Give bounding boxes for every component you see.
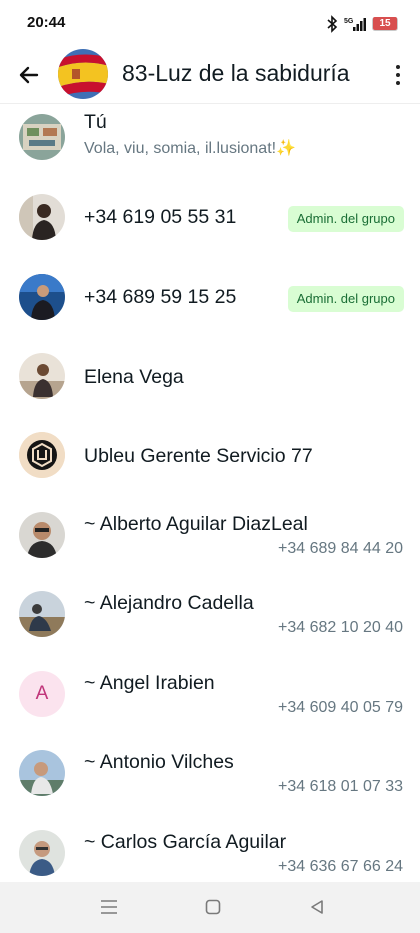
- status-bar: 20:44 5G 15: [0, 0, 420, 46]
- avatar: [19, 194, 65, 240]
- arrow-back-icon: [19, 66, 39, 84]
- dot-icon: [396, 81, 400, 85]
- member-row[interactable]: ~ Alejandro Cadella +34 682 10 20 40: [0, 575, 420, 654]
- member-phone: +34 609 40 05 79: [277, 699, 403, 716]
- avatar: [19, 353, 65, 399]
- square-icon: [205, 899, 221, 915]
- member-row[interactable]: +34 619 05 55 31 Admin. del grupo: [0, 178, 420, 257]
- avatar: [19, 114, 65, 160]
- admin-badge: Admin. del grupo: [287, 286, 404, 312]
- member-phone-name: +34 689 59 15 25: [84, 286, 237, 308]
- signal-icon: 5G: [344, 18, 366, 31]
- member-phone: +34 636 67 66 24: [277, 858, 403, 875]
- member-name: Ubleu Gerente Servicio 77: [84, 445, 313, 467]
- home-button[interactable]: [201, 896, 225, 918]
- member-name: ~ Antonio Vilches: [84, 751, 234, 773]
- battery-icon: 15: [372, 17, 398, 31]
- group-avatar[interactable]: [58, 49, 108, 99]
- member-row-you[interactable]: Tú Vola, viu, somia, il.lusionat!✨: [0, 104, 420, 177]
- back-button[interactable]: [12, 58, 46, 92]
- member-row[interactable]: +34 689 59 15 25 Admin. del grupo: [0, 258, 420, 337]
- member-row[interactable]: ~ Carlos García Aguilar +34 636 67 66 24: [0, 814, 420, 882]
- member-phone-name: +34 619 05 55 31: [84, 206, 237, 228]
- avatar: [19, 432, 65, 478]
- avatar: [19, 750, 65, 796]
- admin-badge: Admin. del grupo: [287, 206, 404, 232]
- battery-level: 15: [373, 17, 397, 30]
- group-title[interactable]: 83-Luz de la sabiduría: [122, 60, 380, 87]
- avatar: [19, 512, 65, 558]
- member-name: Elena Vega: [84, 366, 184, 388]
- spain-flag-image: [58, 49, 108, 99]
- more-options-button[interactable]: [390, 60, 406, 90]
- letter-avatar: A: [19, 671, 65, 717]
- group-header: 83-Luz de la sabiduría: [0, 46, 420, 104]
- status-time: 20:44: [27, 14, 66, 31]
- system-nav-bar: [0, 882, 420, 933]
- network-label: 5G: [344, 18, 354, 25]
- avatar: [19, 830, 65, 876]
- recents-button[interactable]: [97, 896, 121, 918]
- menu-lines-icon: [101, 900, 117, 914]
- back-nav-button[interactable]: [305, 896, 329, 918]
- avatar: [19, 274, 65, 320]
- member-name: ~ Carlos García Aguilar: [84, 831, 287, 853]
- member-row[interactable]: ~ Alberto Aguilar DiazLeal +34 689 84 44…: [0, 496, 420, 575]
- status-icons: 5G 15: [326, 14, 398, 34]
- bluetooth-icon: [327, 15, 338, 33]
- avatar: [19, 591, 65, 637]
- member-status: Vola, viu, somia, il.lusionat!✨: [84, 140, 297, 157]
- member-list[interactable]: Tú Vola, viu, somia, il.lusionat!✨ +34 6…: [0, 104, 420, 882]
- member-phone: +34 682 10 20 40: [277, 619, 403, 636]
- member-row[interactable]: A ~ Angel Irabien +34 609 40 05 79: [0, 655, 420, 734]
- dot-icon: [396, 73, 400, 77]
- dot-icon: [396, 65, 400, 69]
- member-row[interactable]: ~ Antonio Vilches +34 618 01 07 33: [0, 734, 420, 813]
- member-row[interactable]: Elena Vega: [0, 337, 420, 416]
- member-name: ~ Alberto Aguilar DiazLeal: [84, 513, 308, 535]
- member-name: ~ Angel Irabien: [84, 672, 215, 694]
- member-row[interactable]: Ubleu Gerente Servicio 77: [0, 416, 420, 495]
- member-name: ~ Alejandro Cadella: [84, 592, 254, 614]
- member-phone: +34 618 01 07 33: [277, 778, 403, 795]
- triangle-back-icon: [311, 900, 323, 914]
- member-phone: +34 689 84 44 20: [277, 540, 403, 557]
- member-name: Tú: [84, 111, 107, 133]
